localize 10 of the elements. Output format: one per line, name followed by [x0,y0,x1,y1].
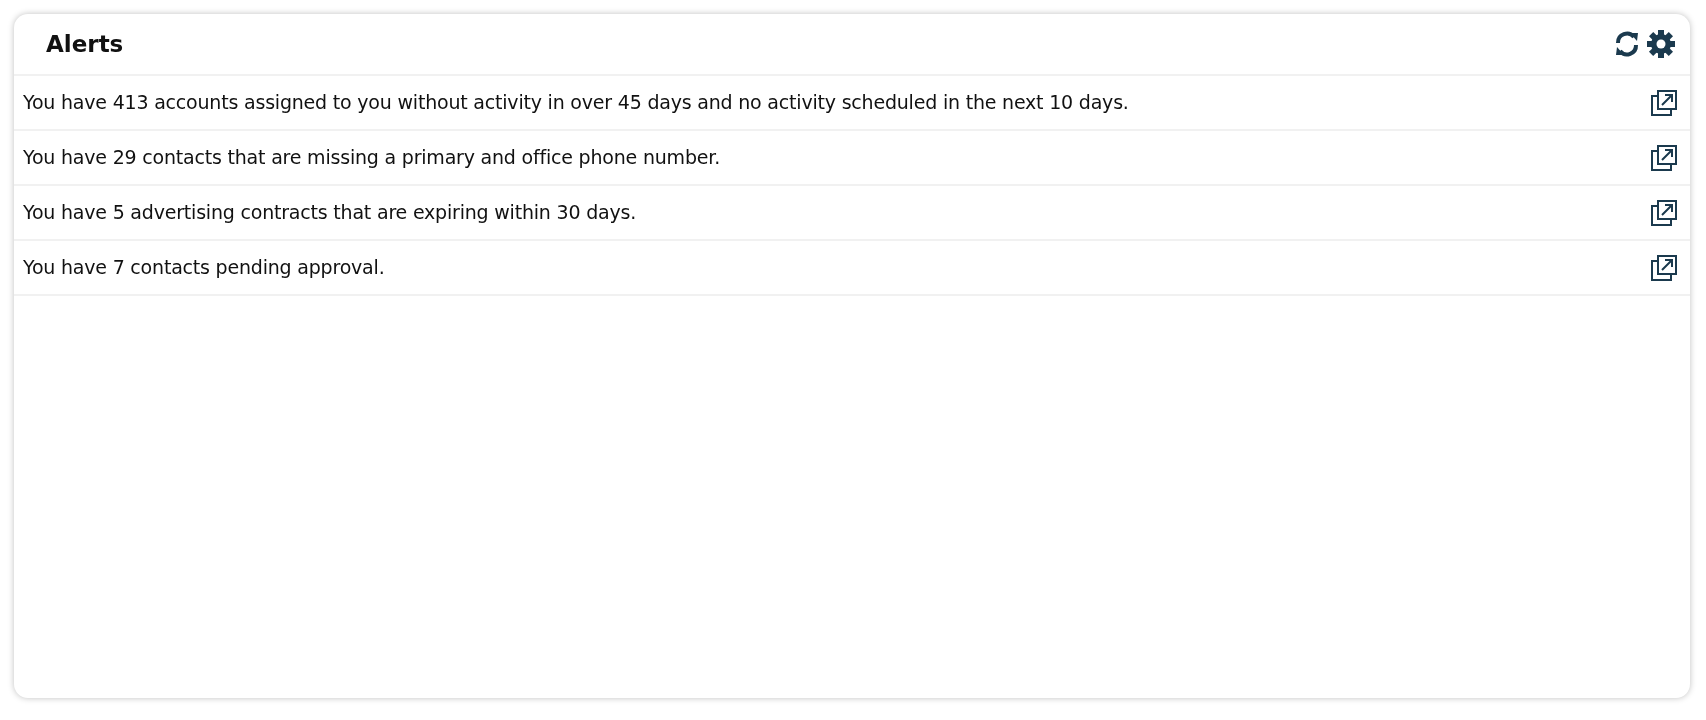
open-external-button[interactable] [1650,198,1678,227]
alert-text: You have 7 contacts pending approval. [23,255,385,281]
alert-text: You have 413 accounts assigned to you without activity in over 45 days and no activity scheduled in the next 10 days. [23,90,1129,116]
open-external-button[interactable] [1650,253,1678,282]
settings-button[interactable] [1646,29,1676,59]
alert-text: You have 29 contacts that are missing a primary and office phone number. [23,145,720,171]
alert-text: You have 5 advertising contracts that are expiring within 30 days. [23,200,637,226]
open-external-button[interactable] [1650,143,1678,172]
open-external-button[interactable] [1650,88,1678,117]
panel-title: Alerts [46,29,124,59]
